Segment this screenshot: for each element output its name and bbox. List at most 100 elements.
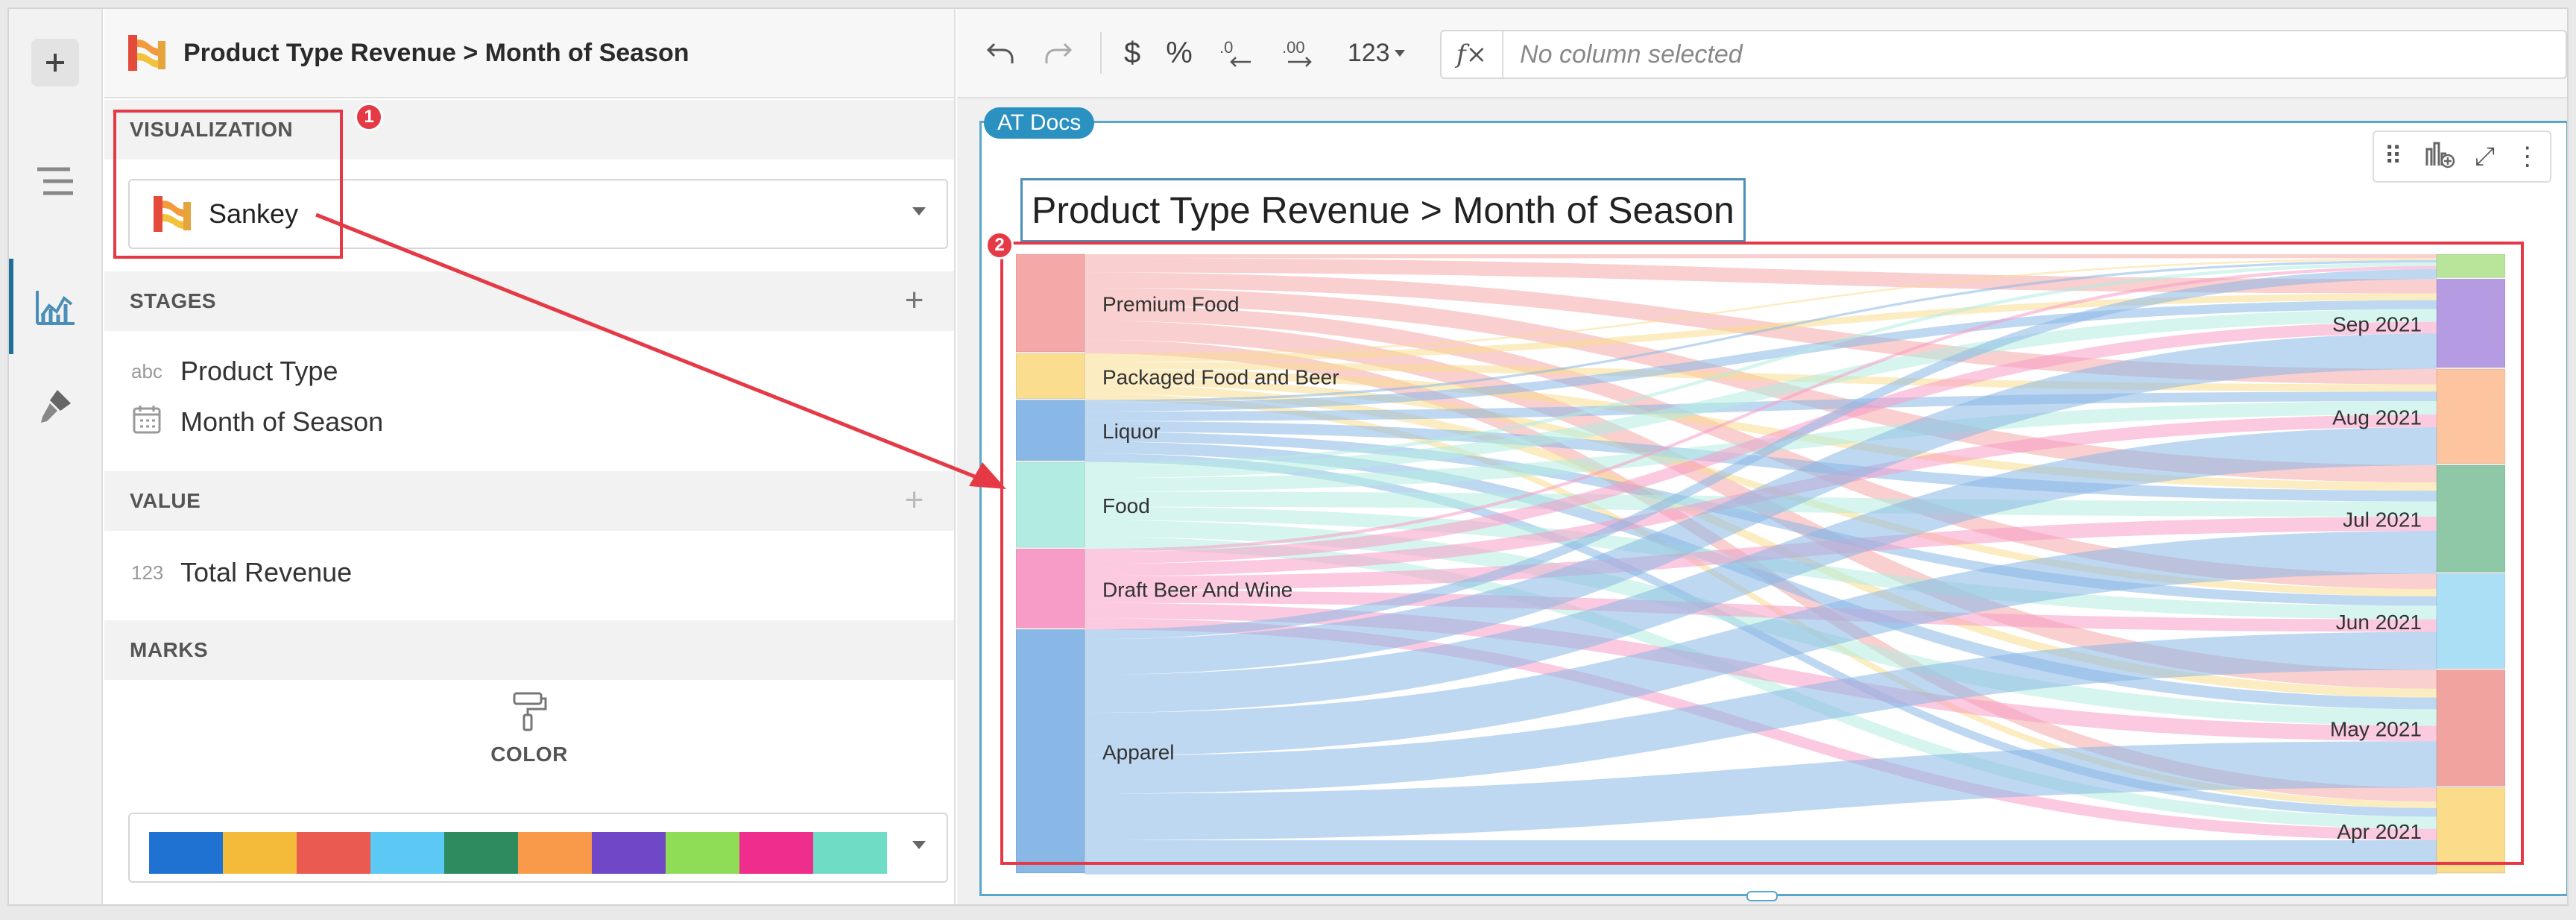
source-node-label: Packaged Food and Beer	[1102, 365, 1339, 388]
format-toolbar: $ % .0 .00 123 f× No column selected	[957, 9, 2567, 98]
element-properties-button[interactable]	[31, 282, 79, 330]
resize-handle[interactable]	[1746, 891, 1778, 901]
increase-decimals-icon: .00	[1282, 38, 1312, 67]
add-value-button[interactable]: +	[905, 482, 924, 519]
element-tag: AT Docs	[984, 107, 1095, 139]
source-node[interactable]	[1016, 353, 1085, 400]
target-node[interactable]	[2436, 464, 2505, 573]
target-node[interactable]	[2436, 669, 2505, 787]
visualization-value: Sankey	[209, 198, 299, 229]
target-node-label: Aug 2021	[2332, 406, 2422, 429]
format-button[interactable]	[31, 382, 79, 429]
chart-properties-icon	[36, 291, 75, 325]
stages-header-label: STAGES	[130, 289, 217, 312]
source-node[interactable]	[1016, 253, 1085, 353]
target-node-label: Jul 2021	[2343, 508, 2422, 532]
source-node[interactable]	[1016, 461, 1085, 548]
color-palette-select[interactable]	[128, 813, 948, 883]
number-format-dropdown[interactable]: 123	[1348, 39, 1405, 68]
value-section-header: VALUE +	[104, 471, 954, 531]
decrease-decimals-icon: .0	[1219, 38, 1251, 67]
increase-decimals-button[interactable]: .00	[1281, 37, 1322, 69]
source-node[interactable]	[1016, 548, 1085, 628]
drag-handle-icon[interactable]: ⠿	[2384, 142, 2402, 171]
sankey-chart: Premium Food Packaged Food and Beer Liquor…	[1016, 253, 2505, 875]
add-element-button[interactable]	[31, 39, 79, 86]
undo-icon	[986, 42, 1014, 63]
percent-format-button[interactable]: %	[1166, 37, 1193, 70]
text-type-icon: abc	[131, 359, 162, 382]
formula-placeholder: No column selected	[1520, 40, 1743, 69]
value-item-total-revenue[interactable]: 123 Total Revenue	[104, 547, 954, 598]
target-node[interactable]	[2436, 278, 2505, 368]
undo-button[interactable]	[984, 37, 1017, 69]
target-node-label: Jun 2021	[2336, 611, 2422, 634]
add-stage-button[interactable]: +	[905, 282, 924, 319]
color-label: COLOR	[490, 743, 568, 766]
value-header-label: VALUE	[130, 489, 201, 512]
app-window: Product Type Revenue > Month of Season V…	[7, 7, 2569, 906]
callout-badge: 2	[985, 231, 1014, 259]
sankey-icon	[154, 196, 191, 232]
source-node-label: Premium Food	[1102, 293, 1240, 316]
chevron-down-icon	[1394, 49, 1405, 57]
chevron-down-icon	[912, 207, 926, 215]
stage-item-month-of-season[interactable]: Month of Season	[104, 397, 954, 447]
callout-badge: 1	[355, 103, 383, 131]
source-node[interactable]	[1016, 628, 1085, 874]
palette-swatch	[739, 832, 813, 874]
element-toolbar: ⠿ ⤢ ⋮	[2373, 130, 2551, 183]
sankey-link	[1085, 839, 2437, 875]
target-node-label: Apr 2021	[2337, 820, 2422, 843]
panel-title: Product Type Revenue > Month of Season	[183, 38, 689, 67]
stages-section-header: STAGES +	[104, 271, 954, 331]
chart-element-tile[interactable]: ⠿ ⤢ ⋮ Product Type Revenue > Month of Se…	[979, 121, 2567, 901]
plus-icon	[46, 54, 64, 72]
number-type-icon: 123	[131, 561, 164, 584]
chevron-down-icon	[912, 841, 926, 849]
properties-panel: Product Type Revenue > Month of Season V…	[104, 9, 956, 904]
source-node-label: Food	[1102, 494, 1150, 517]
value-label: Total Revenue	[180, 557, 353, 587]
decrease-decimals-button[interactable]: .0	[1218, 37, 1255, 69]
sankey-link	[1085, 254, 2437, 259]
target-node[interactable]	[2436, 573, 2505, 669]
marks-header-label: MARKS	[130, 638, 209, 661]
color-mark-button[interactable]: COLOR	[104, 672, 954, 766]
formula-bar[interactable]: f× No column selected	[1440, 30, 2567, 79]
palette-swatch	[223, 832, 297, 874]
function-icon: f×	[1442, 31, 1504, 78]
palette-swatch	[592, 832, 666, 874]
visualization-select[interactable]: Sankey	[128, 179, 948, 249]
more-options-icon[interactable]: ⋮	[2515, 142, 2540, 171]
redo-button[interactable]	[1042, 37, 1075, 69]
stage-label: Month of Season	[180, 406, 384, 437]
panel-header: Product Type Revenue > Month of Season	[104, 9, 954, 98]
source-node-label: Liquor	[1102, 420, 1161, 443]
target-node-label: Sep 2021	[2332, 313, 2422, 336]
palette-swatch	[297, 832, 370, 874]
outline-button[interactable]	[31, 158, 79, 206]
visualization-section-header: VISUALIZATION	[104, 100, 954, 160]
toolbar-divider	[1100, 32, 1102, 74]
calendar-icon	[131, 404, 180, 441]
visualization-header-label: VISUALIZATION	[130, 118, 294, 141]
chart-title[interactable]: Product Type Revenue > Month of Season	[1020, 178, 1746, 242]
source-node-label: Draft Beer And Wine	[1102, 578, 1292, 601]
palette-swatch	[813, 832, 887, 874]
svg-text:.00: .00	[1282, 38, 1305, 57]
source-node[interactable]	[1016, 400, 1085, 461]
stage-label: Product Type	[180, 356, 338, 386]
target-node[interactable]	[2436, 787, 2505, 874]
source-node-label: Apparel	[1102, 741, 1175, 764]
target-node[interactable]	[2436, 253, 2505, 278]
currency-format-button[interactable]: $	[1124, 37, 1140, 70]
palette-swatch	[444, 832, 518, 874]
left-rail	[9, 9, 103, 904]
target-node-label: May 2021	[2330, 717, 2422, 740]
stage-item-product-type[interactable]: abc Product Type	[104, 346, 954, 397]
add-chart-icon[interactable]	[2422, 139, 2455, 175]
stages-list: abc Product Type Month of Season	[104, 346, 954, 447]
target-node[interactable]	[2436, 368, 2505, 464]
expand-icon[interactable]: ⤢	[2475, 142, 2495, 171]
